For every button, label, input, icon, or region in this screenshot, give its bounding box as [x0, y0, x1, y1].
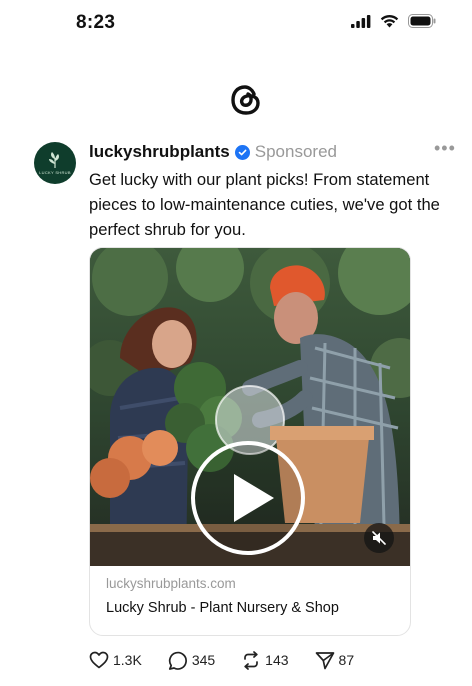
repost-button[interactable]: 143	[241, 650, 289, 670]
share-button[interactable]: 87	[315, 651, 355, 670]
repost-icon	[244, 650, 259, 670]
more-options-button[interactable]: •••	[434, 138, 456, 159]
sponsored-label: Sponsored	[254, 142, 337, 161]
speaker-muted-icon	[372, 531, 386, 545]
avatar-text: LUCKY SHRUB	[39, 170, 71, 175]
link-card[interactable]: luckyshrubplants.com Lucky Shrub - Plant…	[89, 247, 411, 636]
play-button[interactable]	[190, 440, 306, 556]
heart-icon	[89, 651, 109, 669]
threads-icon[interactable]	[226, 80, 266, 120]
battery-icon	[408, 14, 436, 28]
like-button[interactable]: 1.3K	[89, 651, 142, 669]
post-actions: 1.3K 345 143 87	[89, 648, 380, 672]
link-title: Lucky Shrub - Plant Nursery & Shop	[106, 600, 339, 616]
video-thumbnail[interactable]	[90, 248, 410, 566]
send-icon	[315, 651, 334, 669]
reply-count: 345	[191, 652, 216, 668]
status-bar: 8:23	[0, 0, 472, 48]
mute-toggle-button[interactable]	[364, 523, 394, 553]
cellular-signal-icon	[351, 14, 371, 28]
username[interactable]: lucky­shrubplants	[89, 142, 230, 162]
link-info[interactable]: luckyshrubplants.com Lucky Shrub - Plant…	[90, 566, 410, 616]
avatar[interactable]: LUCKY SHRUB	[34, 142, 76, 184]
repost-count: 143	[265, 652, 289, 668]
comment-icon	[168, 651, 187, 670]
post-header: lucky­shrubplants Sponsored	[89, 141, 441, 163]
share-count: 87	[338, 652, 355, 668]
reply-button[interactable]: 345	[168, 651, 215, 670]
verified-badge-icon	[234, 144, 250, 160]
post-caption: Get lucky with our plant picks! From sta…	[89, 170, 440, 239]
wifi-icon	[380, 14, 399, 28]
plant-logo-icon	[49, 152, 59, 168]
like-count: 1.3K	[113, 652, 142, 668]
status-time: 8:23	[76, 12, 116, 33]
link-domain: luckyshrubplants.com	[106, 576, 236, 591]
status-icons	[351, 14, 436, 28]
post-body: lucky­shrubplants Sponsored Get lucky wi…	[89, 141, 441, 242]
